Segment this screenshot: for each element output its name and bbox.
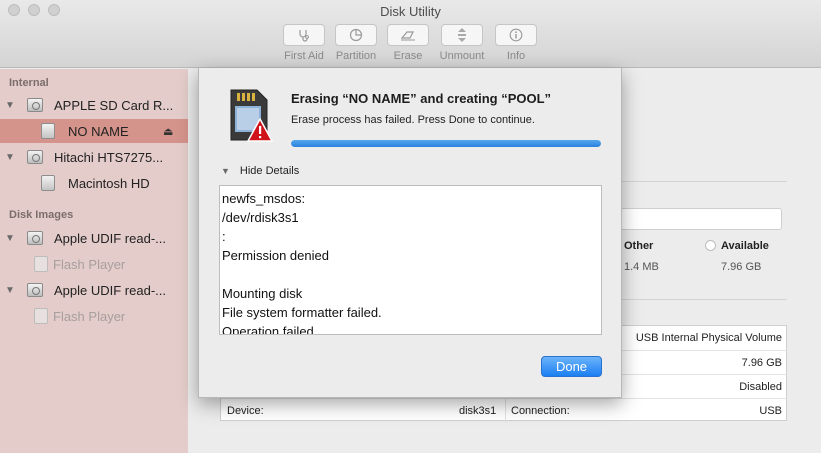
pie-chart-icon xyxy=(349,28,363,42)
connection-label: Connection: xyxy=(511,405,570,417)
stethoscope-icon xyxy=(299,30,309,42)
disclosure-triangle-icon[interactable]: ▼ xyxy=(5,152,15,163)
table-row: Device: disk3s1 Connection: USB xyxy=(221,398,788,423)
info-label: Info xyxy=(506,50,526,62)
partition-button[interactable]: Partition xyxy=(334,24,378,62)
sidebar-item-label: Apple UDIF read-... xyxy=(54,230,166,246)
unmount-button[interactable]: Unmount xyxy=(440,24,484,62)
erase-progress-bar xyxy=(291,140,601,147)
info-icon xyxy=(509,28,523,42)
disclosure-triangle-icon[interactable]: ▼ xyxy=(5,233,15,244)
device-value: disk3s1 xyxy=(459,405,497,417)
info-button[interactable]: Info xyxy=(494,24,538,62)
volume-icon xyxy=(41,175,55,191)
done-button[interactable]: Done xyxy=(541,356,602,377)
sidebar-item-macintosh-hd[interactable]: Macintosh HD xyxy=(0,171,188,195)
hide-details-toggle[interactable]: ▼ Hide Details xyxy=(221,165,299,177)
erase-button[interactable]: Erase xyxy=(386,24,430,62)
section-header-internal: Internal xyxy=(9,77,49,89)
sidebar-item-udif-2[interactable]: ▼ Apple UDIF read-... xyxy=(0,278,188,302)
sidebar-item-flash-player-2[interactable]: Flash Player xyxy=(0,304,188,328)
info-type-value: USB Internal Physical Volume xyxy=(635,332,782,344)
sidebar-item-label: Flash Player xyxy=(53,308,126,324)
disclosure-triangle-icon[interactable]: ▼ xyxy=(5,285,15,296)
log-line: /dev/rdisk3s1 xyxy=(222,210,299,225)
sidebar-item-flash-player-1[interactable]: Flash Player xyxy=(0,252,188,276)
disk-image-icon xyxy=(27,283,43,297)
legend-available-dot xyxy=(705,240,716,251)
disclosure-triangle-icon: ▼ xyxy=(221,166,230,176)
legend-other-value: 1.4 MB xyxy=(624,261,659,273)
eraser-icon xyxy=(400,31,415,41)
sd-card-error-icon xyxy=(230,89,273,142)
sidebar: Internal ▼ APPLE SD Card R... NO NAME ⏏ … xyxy=(0,69,188,453)
progress-fill xyxy=(291,140,601,147)
divider xyxy=(622,181,787,182)
window-title: Disk Utility xyxy=(380,4,441,19)
sidebar-item-label: Hitachi HTS7275... xyxy=(54,149,164,165)
device-label: Device: xyxy=(227,405,264,417)
section-header-disk-images: Disk Images xyxy=(9,209,74,221)
log-line: newfs_msdos: xyxy=(222,191,306,206)
info-capacity-value: 7.96 GB xyxy=(741,357,782,369)
first-aid-button[interactable]: First Aid xyxy=(282,24,326,62)
title-bar: Disk Utility First Aid Partition Erase U… xyxy=(0,0,821,68)
sidebar-item-no-name[interactable]: NO NAME ⏏ xyxy=(0,119,188,143)
sidebar-item-label: APPLE SD Card R... xyxy=(54,97,174,113)
disk-utility-window: Disk Utility First Aid Partition Erase U… xyxy=(0,0,821,453)
hide-details-label: Hide Details xyxy=(239,165,300,177)
column-divider xyxy=(505,399,506,423)
unmount-icon xyxy=(458,28,466,42)
log-line: Operation failed… xyxy=(222,324,327,335)
log-line: Mounting disk xyxy=(222,286,303,301)
log-line: File system formatter failed. xyxy=(222,305,382,320)
volume-icon xyxy=(41,123,55,139)
volume-icon xyxy=(34,256,48,272)
internal-disk-icon xyxy=(27,150,43,164)
sheet-title: Erasing “NO NAME” and creating “POOL” xyxy=(291,91,552,106)
legend-available-value: 7.96 GB xyxy=(721,261,762,273)
disclosure-triangle-icon[interactable]: ▼ xyxy=(5,100,15,111)
sidebar-item-label: Apple UDIF read-... xyxy=(54,282,166,298)
sidebar-item-udif-1[interactable]: ▼ Apple UDIF read-... xyxy=(0,226,188,250)
eject-icon[interactable]: ⏏ xyxy=(163,125,173,138)
internal-disk-icon xyxy=(27,98,43,112)
log-line: Permission denied xyxy=(222,248,329,263)
usage-bar xyxy=(620,208,782,230)
erase-sheet: Erasing “NO NAME” and creating “POOL” Er… xyxy=(198,68,622,398)
sheet-message: Erase process has failed. Press Done to … xyxy=(291,114,535,126)
log-line: : xyxy=(222,229,226,244)
disk-image-icon xyxy=(27,231,43,245)
sidebar-item-label: Macintosh HD xyxy=(68,175,150,191)
details-log[interactable]: newfs_msdos: /dev/rdisk3s1 : Permission … xyxy=(219,185,602,335)
connection-value: USB xyxy=(759,405,782,417)
sidebar-item-apple-sd-card[interactable]: ▼ APPLE SD Card R... xyxy=(0,93,188,117)
legend-available-label: Available xyxy=(721,240,769,252)
divider xyxy=(622,299,787,300)
sidebar-item-label: NO NAME xyxy=(68,123,129,139)
volume-icon xyxy=(34,308,48,324)
sidebar-item-label: Flash Player xyxy=(53,256,126,272)
sidebar-item-hitachi[interactable]: ▼ Hitachi HTS7275... xyxy=(0,145,188,169)
legend-other-label: Other xyxy=(624,240,654,252)
info-smart-value: Disabled xyxy=(739,381,782,393)
